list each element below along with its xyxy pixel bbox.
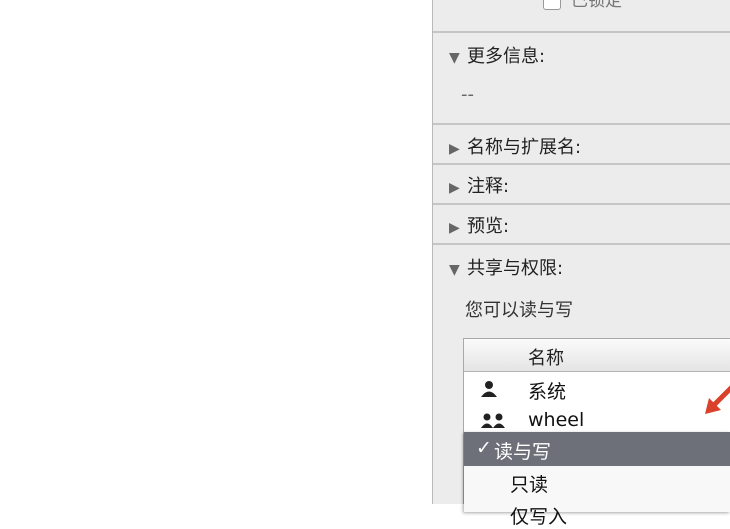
- disclosure-expanded-icon: ▼: [449, 262, 460, 278]
- section-sharing-permissions[interactable]: ▼ 共享与权限:: [449, 254, 563, 280]
- locked-checkbox-row[interactable]: 已锁定: [543, 0, 622, 11]
- section-name-extension[interactable]: ▶ 名称与扩展名:: [449, 133, 581, 159]
- disclosure-collapsed-icon: ▶: [449, 141, 460, 157]
- row-name: wheel: [528, 409, 585, 431]
- locked-checkbox[interactable]: [543, 0, 561, 10]
- menu-item-label: 读与写: [494, 441, 552, 463]
- disclosure-collapsed-icon: ▶: [449, 180, 460, 196]
- info-panel: 已锁定 ▼ 更多信息: -- ▶ 名称与扩展名: ▶ 注释: ▶ 预览: ▼ 共享与权限:…: [432, 0, 730, 504]
- privilege-dropdown-menu: ✓ 读与写 只读 仅写入: [464, 432, 730, 528]
- menu-item-read-write[interactable]: ✓ 读与写: [464, 432, 730, 466]
- separator: [433, 31, 730, 33]
- locked-label: 已锁定: [571, 0, 622, 11]
- column-header-name[interactable]: 名称: [528, 344, 564, 370]
- section-preview[interactable]: ▶ 预览:: [449, 212, 509, 238]
- separator: [433, 243, 730, 245]
- checkmark-icon: ✓: [476, 437, 492, 459]
- more-info-value: --: [461, 84, 474, 105]
- blank-area: [0, 0, 432, 504]
- menu-item-read-only[interactable]: 只读: [510, 470, 548, 497]
- single-user-icon: [480, 380, 498, 403]
- section-more-info[interactable]: ▼ 更多信息:: [449, 42, 545, 68]
- permission-summary: 您可以读与写: [465, 300, 573, 321]
- table-header: 名称: [464, 339, 730, 372]
- separator: [433, 203, 730, 205]
- disclosure-expanded-icon: ▼: [449, 50, 460, 66]
- row-name: 系统: [528, 381, 567, 403]
- table-row[interactable]: 系统: [464, 373, 730, 405]
- separator: [433, 163, 730, 165]
- menu-item-write-only[interactable]: 仅写入: [510, 502, 567, 529]
- separator: [433, 123, 730, 125]
- annotation-arrow-icon: [705, 385, 730, 414]
- disclosure-collapsed-icon: ▶: [449, 220, 460, 236]
- section-comments[interactable]: ▶ 注释:: [449, 172, 509, 198]
